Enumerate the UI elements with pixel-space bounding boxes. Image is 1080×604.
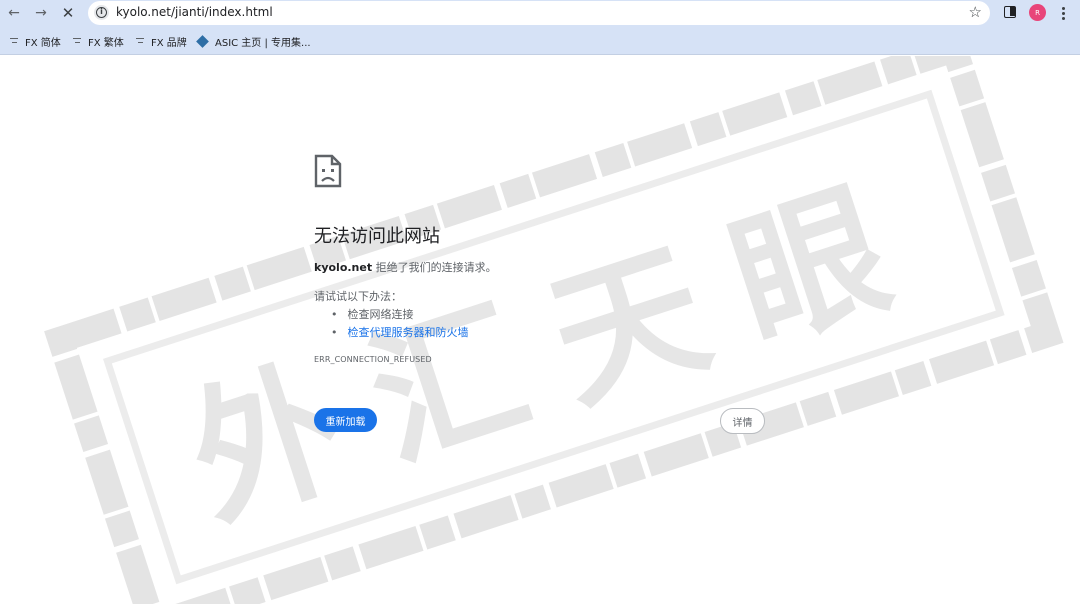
site-info-icon[interactable]: i	[94, 5, 109, 20]
suggestions-heading: 请试试以下办法：	[314, 290, 402, 303]
url-text[interactable]: kyolo.net/jianti/index.html	[116, 5, 273, 19]
arrow-left-icon[interactable]: ←	[4, 3, 24, 23]
watermark-stamp: 外汇天眼	[44, 56, 1064, 604]
suggestions-list: 检查网络连接 检查代理服务器和防火墙	[331, 306, 469, 342]
error-title: 无法访问此网站	[314, 226, 440, 247]
address-bar[interactable]: i kyolo.net/jianti/index.html ☆	[88, 1, 990, 25]
watermark-text: 外汇天眼	[170, 150, 947, 550]
suggestion-check-proxy-link[interactable]: 检查代理服务器和防火墙	[331, 324, 469, 342]
bookmark-label: FX 繁体	[88, 37, 124, 49]
close-icon[interactable]: ✕	[58, 3, 78, 23]
fx-icon	[135, 36, 145, 46]
more-menu-icon[interactable]	[1058, 4, 1068, 22]
error-page: 外汇天眼 无法访问此网站 kyolo.net 拒绝了我们的连接请求。 请试试以下…	[0, 56, 1080, 604]
fx-icon	[72, 36, 82, 46]
error-code: ERR_CONNECTION_REFUSED	[314, 355, 432, 364]
bookmark-item[interactable]: FX 简体	[9, 34, 61, 49]
bookmarks-bar: FX 简体 FX 繁体 FX 品牌 ASIC 主页 | 专用集...	[0, 26, 1080, 55]
avatar[interactable]: R	[1029, 4, 1046, 21]
error-message-text: 拒绝了我们的连接请求。	[372, 261, 497, 274]
star-icon[interactable]: ☆	[969, 3, 982, 21]
details-button[interactable]: 详情	[720, 408, 765, 434]
bookmark-item[interactable]: FX 品牌	[135, 34, 187, 49]
reload-button[interactable]: 重新加载	[314, 408, 377, 432]
bookmark-item[interactable]: ASIC 主页 | 专用集...	[196, 34, 311, 49]
side-panel-icon[interactable]	[1004, 6, 1016, 18]
diamond-icon	[196, 34, 209, 48]
arrow-right-icon[interactable]: →	[31, 3, 51, 23]
browser-toolbar: ← → ✕ i kyolo.net/jianti/index.html ☆ R	[0, 0, 1080, 26]
bookmark-label: ASIC 主页 | 专用集...	[215, 37, 311, 49]
error-host: kyolo.net	[314, 261, 373, 274]
fx-icon	[9, 36, 19, 46]
suggestion-check-network: 检查网络连接	[331, 306, 469, 324]
bookmark-item[interactable]: FX 繁体	[72, 34, 124, 49]
bookmark-label: FX 简体	[25, 37, 61, 49]
bookmark-label: FX 品牌	[151, 37, 187, 49]
sad-page-icon	[314, 154, 342, 188]
error-message: kyolo.net 拒绝了我们的连接请求。	[314, 259, 497, 275]
